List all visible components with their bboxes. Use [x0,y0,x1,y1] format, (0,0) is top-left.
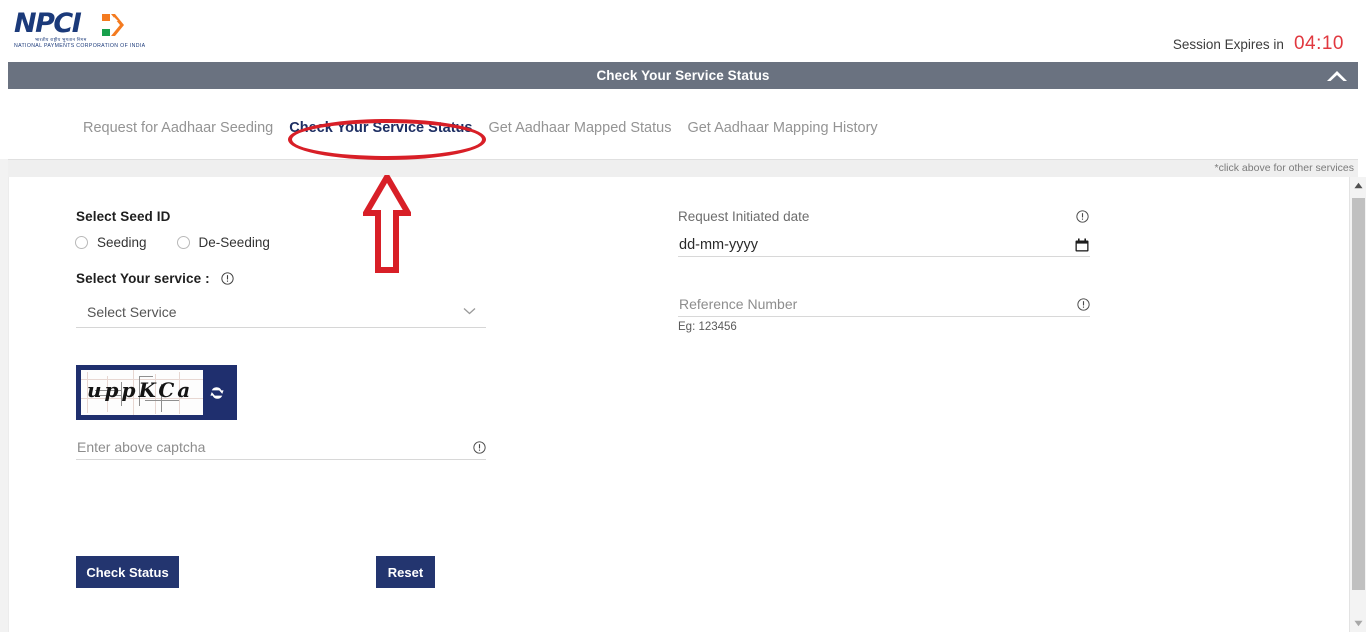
service-status-form: Select Seed ID Seeding De-Seeding Select… [8,177,1341,632]
radio-seeding[interactable]: Seeding [75,235,147,250]
chevron-down-icon[interactable] [463,307,476,315]
section-banner: Check Your Service Status [8,62,1358,89]
info-circle-icon[interactable] [1076,210,1089,223]
request-date-label-row: Request Initiated date [678,208,1090,226]
reset-button[interactable]: Reset [376,556,435,588]
radio-seeding-label: Seeding [97,235,147,250]
seed-id-label: Select Seed ID [76,209,171,224]
left-gutter [0,159,8,632]
session-timer-value: 04:10 [1293,33,1344,54]
scrollbar-thumb[interactable] [1352,198,1365,590]
select-service-label: Select Your service : [76,271,210,286]
tab-list: Request for Aadhaar Seeding Check Your S… [75,118,886,138]
radio-de-seeding[interactable]: De-Seeding [176,235,270,250]
radio-seeding-dot[interactable] [75,236,88,249]
scroll-up-arrow-icon[interactable] [1350,177,1366,194]
request-date-label: Request Initiated date [678,209,810,224]
logo-wordmark: NPCI [14,8,82,39]
banner-title: Check Your Service Status [596,68,770,83]
select-service-dropdown[interactable]: Select Service [76,296,486,328]
request-date-input[interactable]: dd-mm-yyyy [678,227,1090,257]
select-service-value: Select Service [87,303,177,320]
captcha-input[interactable]: Enter above captcha [76,430,486,460]
tricolor-arrow-icon [102,14,124,36]
session-timer-label: Session Expires in [1172,37,1284,52]
session-timer: Session Expires in 04:10 [1173,33,1344,55]
radio-de-seeding-label: De-Seeding [198,235,270,250]
info-circle-icon[interactable] [473,441,486,454]
tab-get-aadhaar-mapped-status[interactable]: Get Aadhaar Mapped Status [480,118,679,138]
tabs-note-strip: *click above for other services [8,159,1358,177]
radio-de-seeding-dot[interactable] [176,236,190,249]
reference-number-helper: Eg: 123456 [678,321,737,333]
captcha-image: uppKCa [81,370,203,415]
click-above-note: *click above for other services [1214,162,1354,174]
npci-logo[interactable]: NPCI भारतीय राष्ट्रीय भुगतान निगम NATION… [10,8,145,52]
captcha-widget: uppKCa [76,365,237,420]
tab-request-for-aadhaar-seeding[interactable]: Request for Aadhaar Seeding [75,118,281,138]
scroll-down-arrow-icon[interactable] [1350,615,1366,632]
vertical-scrollbar[interactable] [1349,177,1366,632]
reference-number-placeholder: Reference Number [679,296,798,312]
captcha-input-placeholder: Enter above captcha [77,439,206,455]
captcha-text: uppKCa [87,378,194,402]
service-tabs-bar: Request for Aadhaar Seeding Check Your S… [8,89,1358,159]
calendar-icon[interactable] [1075,238,1089,252]
select-service-label-row: Select Your service : [76,271,234,286]
info-circle-icon[interactable] [221,272,234,285]
seed-id-radio-group: Seeding De-Seeding [75,235,270,250]
refresh-icon[interactable] [208,382,226,404]
tab-check-your-service-status[interactable]: Check Your Service Status [281,118,480,138]
request-date-value: dd-mm-yyyy [679,237,758,253]
info-circle-icon[interactable] [1077,298,1090,311]
logo-subtitle: NATIONAL PAYMENTS CORPORATION OF INDIA [14,43,146,49]
reference-number-input[interactable]: Reference Number [678,287,1090,317]
page-header: NPCI भारतीय राष्ट्रीय भुगतान निगम NATION… [0,0,1366,62]
tab-get-aadhaar-mapping-history[interactable]: Get Aadhaar Mapping History [679,118,885,138]
chevron-up-icon[interactable] [1326,68,1348,84]
check-status-button[interactable]: Check Status [76,556,179,588]
